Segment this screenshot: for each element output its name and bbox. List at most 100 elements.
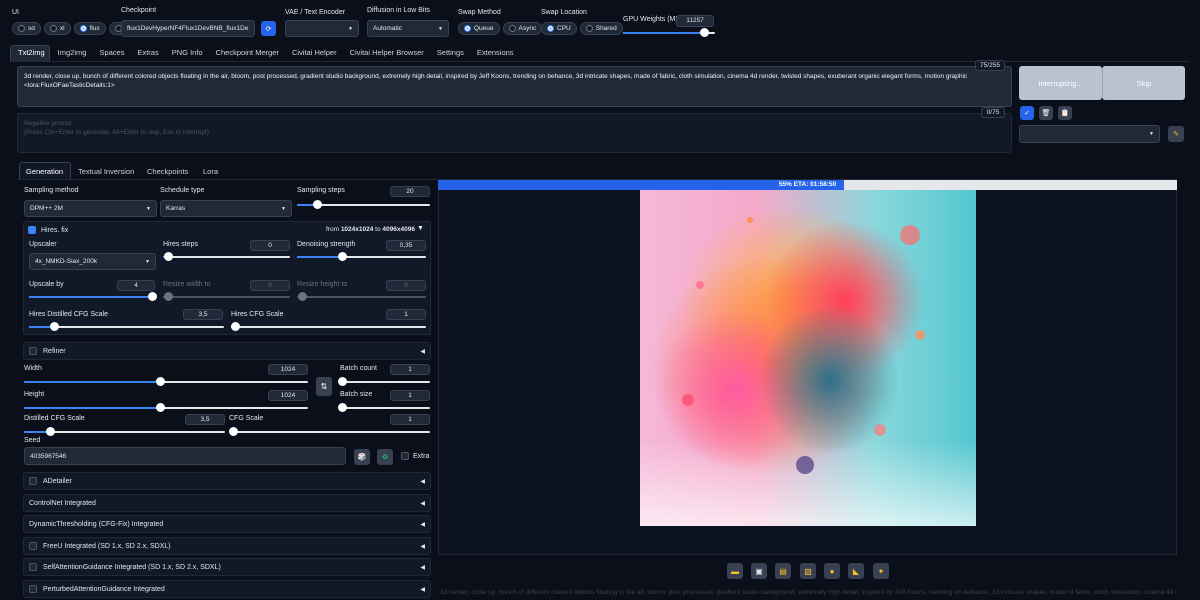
tab-civitai-helper-browser[interactable]: Civitai Helper Browser <box>350 48 424 57</box>
gpu-weights-slider[interactable] <box>623 27 715 39</box>
tab-txt2img[interactable]: Txt2img <box>18 48 45 57</box>
denoising-value[interactable]: 0,35 <box>386 240 426 251</box>
swap-async-option[interactable]: Async <box>502 22 543 35</box>
random-seed-button[interactable]: 🎲 <box>354 449 370 465</box>
accordion-checkbox[interactable] <box>29 542 37 550</box>
height-slider[interactable] <box>24 402 308 414</box>
tab-civitai-helper[interactable]: Civitai Helper <box>292 48 337 57</box>
slider-knob[interactable] <box>148 292 158 301</box>
slider-knob[interactable] <box>338 252 348 261</box>
upscaler-select[interactable]: 4x_NMKD-Siax_200k ▼ <box>29 253 156 270</box>
sampling-steps-value[interactable]: 20 <box>390 186 430 197</box>
batch-count-value[interactable]: 1 <box>390 364 430 375</box>
swap-dimensions-button[interactable]: ⇅ <box>316 377 332 396</box>
generated-image[interactable] <box>640 190 976 526</box>
tab-extras[interactable]: Extras <box>137 48 158 57</box>
styles-select[interactable]: ▼ <box>1019 125 1160 143</box>
radio-queue[interactable] <box>464 25 471 32</box>
diffusion-select[interactable]: Automatic ▼ <box>367 20 449 37</box>
cfg-value[interactable]: 1 <box>390 414 430 425</box>
refresh-checkpoint-button[interactable]: ⟳ <box>261 21 276 36</box>
upscale-by-value[interactable]: 4 <box>117 280 155 291</box>
slider-knob[interactable] <box>337 377 347 386</box>
hires-fix-checkbox[interactable] <box>28 226 36 234</box>
distilled-cfg-slider[interactable] <box>24 426 225 438</box>
slider-knob[interactable] <box>298 292 308 301</box>
extra-seed-toggle[interactable]: Extra <box>401 452 429 460</box>
accordion-controlnet[interactable]: ControlNet Integrated ◀ <box>23 494 431 512</box>
reuse-seed-button[interactable]: ♻ <box>377 449 393 465</box>
collapse-icon[interactable]: ▼ <box>417 225 424 232</box>
radio-sd[interactable] <box>18 25 25 32</box>
slider-knob[interactable] <box>229 427 239 436</box>
sampling-steps-slider[interactable] <box>297 199 430 211</box>
extra-checkbox[interactable] <box>401 452 409 460</box>
subtab-checkpoints[interactable]: Checkpoints <box>147 167 188 176</box>
cfg-slider[interactable] <box>229 426 430 438</box>
open-folder-button[interactable]: ▬ <box>727 563 743 579</box>
accordion-dynamic-thresholding[interactable]: DynamicThresholding (CFG-Fix) Integrated… <box>23 515 431 533</box>
sampling-method-select[interactable]: DPM++ 2M ▼ <box>24 200 157 217</box>
accordion-self-attention[interactable]: SelfAttentionGuidance Integrated (SD 1.x… <box>23 558 431 576</box>
zip-button[interactable]: ▤ <box>775 563 791 579</box>
interrupt-button[interactable]: Interrupting... <box>1019 66 1102 100</box>
clipboard-button[interactable]: 📋 <box>1058 106 1072 120</box>
slider-knob[interactable] <box>156 403 166 412</box>
ui-option-sd[interactable]: sd <box>12 22 41 35</box>
slider-knob[interactable] <box>50 322 60 331</box>
radio-cpu[interactable] <box>547 25 554 32</box>
swap-queue-option[interactable]: Queue <box>458 22 500 35</box>
radio-async[interactable] <box>508 25 516 32</box>
accordion-perturbed-attention[interactable]: PerturbedAttentionGuidance Integrated ◀ <box>23 580 431 598</box>
subtab-textual-inversion[interactable]: Textual Inversion <box>78 167 134 176</box>
tab-img2img[interactable]: Img2img <box>58 48 87 57</box>
vae-select[interactable]: ▼ <box>285 20 359 37</box>
upscale-button[interactable]: ✦ <box>873 563 889 579</box>
swap-cpu-option[interactable]: CPU <box>541 22 577 35</box>
hires-distilled-cfg-value[interactable]: 3,5 <box>183 309 223 320</box>
accordion-adetailer[interactable]: ADetailer ◀ <box>23 472 431 490</box>
batch-size-value[interactable]: 1 <box>390 390 430 401</box>
width-slider[interactable] <box>24 376 308 388</box>
tab-spaces[interactable]: Spaces <box>99 48 124 57</box>
batch-size-slider[interactable] <box>337 402 430 414</box>
seed-input[interactable]: 4035967546 <box>24 447 346 465</box>
hires-cfg-value[interactable]: 1 <box>386 309 426 320</box>
height-value[interactable]: 1024 <box>268 390 308 401</box>
swap-shared-option[interactable]: Shared <box>579 22 623 35</box>
resize-width-value[interactable]: 0 <box>250 280 290 291</box>
refiner-accordion[interactable]: Refiner ◀ <box>23 342 431 360</box>
radio-shared[interactable] <box>585 25 593 32</box>
schedule-type-select[interactable]: Karras ▼ <box>160 200 292 217</box>
prompt-textarea[interactable]: 3d render, close up, bunch of different … <box>17 66 1012 107</box>
checkpoint-select[interactable]: flux1DevHyperNF4Flux1DevBNB_flux1De <box>121 20 255 37</box>
width-value[interactable]: 1024 <box>268 364 308 375</box>
negative-prompt-textarea[interactable]: Negative prompt (Press Ctrl+Enter to gen… <box>17 113 1012 153</box>
hires-distilled-cfg-slider[interactable] <box>29 321 224 333</box>
resize-height-slider[interactable] <box>297 291 426 303</box>
tab-settings[interactable]: Settings <box>437 48 464 57</box>
distilled-cfg-value[interactable]: 3,5 <box>185 414 225 425</box>
resize-width-slider[interactable] <box>163 291 290 303</box>
slider-knob[interactable] <box>156 377 166 386</box>
checkbox-style-button[interactable]: ✓ <box>1020 106 1034 120</box>
ui-option-xl[interactable]: xl <box>43 22 71 35</box>
send-to-extras-button[interactable]: ◣ <box>848 563 864 579</box>
slider-knob[interactable] <box>699 28 709 37</box>
accordion-freeu[interactable]: FreeU Integrated (SD 1.x, SD 2.x, SDXL) ◀ <box>23 537 431 555</box>
radio-xl[interactable] <box>49 25 57 32</box>
slider-knob[interactable] <box>164 252 174 261</box>
hires-cfg-slider[interactable] <box>230 321 426 333</box>
resize-height-value[interactable]: 0 <box>386 280 426 291</box>
send-to-inpaint-button[interactable]: ● <box>824 563 840 579</box>
batch-count-slider[interactable] <box>337 376 430 388</box>
subtab-lora[interactable]: Lora <box>203 167 218 176</box>
hires-steps-value[interactable]: 0 <box>250 240 290 251</box>
slider-knob[interactable] <box>46 427 56 436</box>
hires-steps-slider[interactable] <box>163 251 290 263</box>
upscale-by-slider[interactable] <box>29 291 158 303</box>
hires-fix-toggle[interactable]: Hires. fix <box>28 226 68 234</box>
tab-png-info[interactable]: PNG Info <box>172 48 203 57</box>
accordion-checkbox[interactable] <box>29 563 37 571</box>
send-to-img2img-button[interactable]: ▧ <box>800 563 816 579</box>
